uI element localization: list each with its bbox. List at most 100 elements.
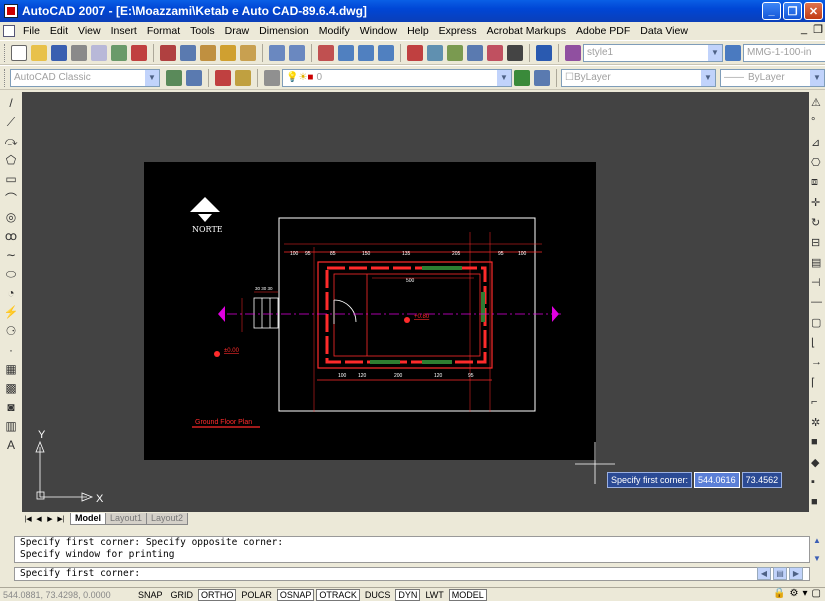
stretch-tool-icon[interactable]: ▤ — [811, 256, 825, 270]
text-edit-tool-icon[interactable]: ◆ — [811, 456, 825, 470]
layer-tool-icon[interactable]: ■ — [811, 496, 825, 510]
menu-data-view[interactable]: Data View — [635, 25, 693, 37]
dim-style-select[interactable]: MMG-1-100-in▼ — [743, 43, 825, 62]
block-editor-icon[interactable] — [240, 44, 256, 61]
markup-icon[interactable] — [487, 44, 503, 61]
revision-cloud-tool-icon[interactable]: ꝏ — [3, 228, 19, 244]
rectangle-tool-icon[interactable]: ▭ — [3, 171, 19, 187]
scale-tool-icon[interactable]: ⊟ — [811, 236, 825, 250]
otrack-toggle[interactable]: OTRACK — [316, 588, 360, 601]
menu-view[interactable]: View — [73, 25, 106, 37]
lock-icon[interactable]: 🔒 — [773, 588, 785, 599]
command-input[interactable]: Specify first corner: — [14, 567, 810, 581]
point-tool-icon[interactable]: · — [3, 342, 19, 358]
document-restore-button[interactable]: ❐ — [813, 23, 823, 36]
model-toggle[interactable]: MODEL — [448, 588, 487, 601]
trim-tool-icon[interactable]: ⊣ — [811, 276, 825, 290]
polyline-tool-icon[interactable]: ⤼ — [3, 133, 19, 149]
properties-icon[interactable] — [407, 44, 423, 61]
horizontal-scrollbar[interactable]: ◀ ▤ ▶ — [757, 567, 807, 581]
design-center-icon[interactable] — [427, 44, 443, 61]
menu-modify[interactable]: Modify — [314, 25, 355, 37]
next-tab-button[interactable]: ▶ — [45, 513, 55, 525]
document-minimize-button[interactable]: _ — [801, 23, 807, 36]
explode-tool-icon[interactable]: ✲ — [811, 416, 825, 430]
clean-screen-icon[interactable]: ▢ — [812, 588, 821, 599]
menu-tools[interactable]: Tools — [185, 25, 220, 37]
zoom-window-icon[interactable] — [358, 44, 374, 61]
scroll-left-icon[interactable]: ◀ — [757, 567, 771, 580]
array-tool-icon[interactable]: ⧈ — [811, 176, 825, 190]
dim-style-icon[interactable] — [725, 44, 741, 61]
color-select[interactable]: ☐ ByLayer ▼ — [561, 68, 716, 87]
layer-icon[interactable] — [264, 69, 280, 86]
dynamic-input-y[interactable]: 73.4562 — [741, 472, 783, 488]
scroll-thumb-icon[interactable]: ▤ — [773, 567, 787, 580]
copy-icon[interactable] — [180, 44, 196, 61]
rotate-tool-icon[interactable]: ↻ — [811, 216, 825, 230]
ducs-toggle[interactable]: DUCS — [362, 589, 394, 601]
spline-tool-icon[interactable]: ∼ — [3, 247, 19, 263]
copy-tool-icon[interactable]: ° — [811, 116, 825, 130]
dyn-toggle[interactable]: DYN — [395, 588, 421, 601]
tab-model[interactable]: Model — [70, 513, 106, 525]
snap-toggle[interactable]: SNAP — [135, 589, 166, 601]
text-style-icon[interactable] — [565, 44, 581, 61]
hatch-tool-icon[interactable]: ▦ — [3, 361, 19, 377]
3d-dwf-icon[interactable] — [131, 44, 147, 61]
paste-icon[interactable] — [200, 44, 216, 61]
scroll-up-icon[interactable]: ▲ — [813, 536, 821, 545]
make-current-layer-icon[interactable] — [514, 69, 530, 86]
my-workspace-icon[interactable] — [186, 69, 202, 86]
menu-help[interactable]: Help — [402, 25, 434, 37]
break-point-tool-icon[interactable]: ▢ — [811, 316, 825, 330]
redo-icon[interactable] — [289, 44, 305, 61]
menu-file[interactable]: File — [18, 25, 45, 37]
lwt-toggle[interactable]: LWT — [422, 589, 446, 601]
cut-icon[interactable] — [160, 44, 176, 61]
coordinate-readout[interactable]: 544.0881, 73.4298, 0.0000 — [0, 590, 135, 600]
grid-toggle[interactable]: GRID — [168, 589, 197, 601]
extend-tool-icon[interactable]: — — [811, 296, 825, 310]
insert-block-tool-icon[interactable]: ⚡ — [3, 304, 19, 320]
gradient-tool-icon[interactable]: ▩ — [3, 380, 19, 396]
publish-icon[interactable] — [111, 44, 127, 61]
menu-edit[interactable]: Edit — [45, 25, 73, 37]
restore-button[interactable]: ❐ — [783, 2, 802, 20]
chamfer-tool-icon[interactable]: ⌈ — [811, 376, 825, 390]
menu-acrobat-markups[interactable]: Acrobat Markups — [482, 25, 571, 37]
circle-tool-icon[interactable]: ◎ — [3, 209, 19, 225]
open-file-icon[interactable] — [31, 44, 47, 61]
break-tool-icon[interactable]: ⌊ — [811, 336, 825, 350]
close-button[interactable]: ✕ — [804, 2, 823, 20]
menu-insert[interactable]: Insert — [106, 25, 142, 37]
workspace-select[interactable]: AutoCAD Classic ▼ — [10, 68, 160, 87]
menu-draw[interactable]: Draw — [220, 25, 255, 37]
tool-palettes-icon[interactable] — [447, 44, 463, 61]
layer-manager-icon[interactable] — [215, 69, 231, 86]
region-tool-icon[interactable]: ◙ — [3, 399, 19, 415]
first-tab-button[interactable]: |◀ — [23, 513, 33, 525]
toolbar-grip[interactable] — [4, 43, 5, 62]
fillet-tool-icon[interactable]: ⌐ — [811, 396, 825, 410]
undo-icon[interactable] — [269, 44, 285, 61]
menu-window[interactable]: Window — [355, 25, 402, 37]
join-tool-icon[interactable]: → — [811, 356, 825, 370]
menu-dimension[interactable]: Dimension — [254, 25, 314, 37]
pan-icon[interactable] — [318, 44, 334, 61]
status-menu-icon[interactable]: ▾ — [803, 588, 808, 599]
linetype-select[interactable]: —— ByLayer ▼ — [720, 68, 825, 87]
osnap-toggle[interactable]: OSNAP — [276, 588, 315, 601]
layer-previous-icon[interactable] — [534, 69, 550, 86]
construction-line-tool-icon[interactable]: ⟋ — [3, 114, 19, 130]
plot-preview-icon[interactable] — [91, 44, 107, 61]
menu-adobe-pdf[interactable]: Adobe PDF — [571, 25, 635, 37]
help-icon[interactable] — [536, 44, 552, 61]
minimize-button[interactable]: _ — [762, 2, 781, 20]
tab-layout1[interactable]: Layout1 — [105, 513, 148, 525]
new-file-icon[interactable] — [11, 44, 27, 61]
command-history-scrollbar[interactable]: ▲ ▼ — [811, 536, 823, 563]
line-tool-icon[interactable]: / — [3, 95, 19, 111]
polygon-tool-icon[interactable]: ⬠ — [3, 152, 19, 168]
calculator-icon[interactable] — [507, 44, 523, 61]
